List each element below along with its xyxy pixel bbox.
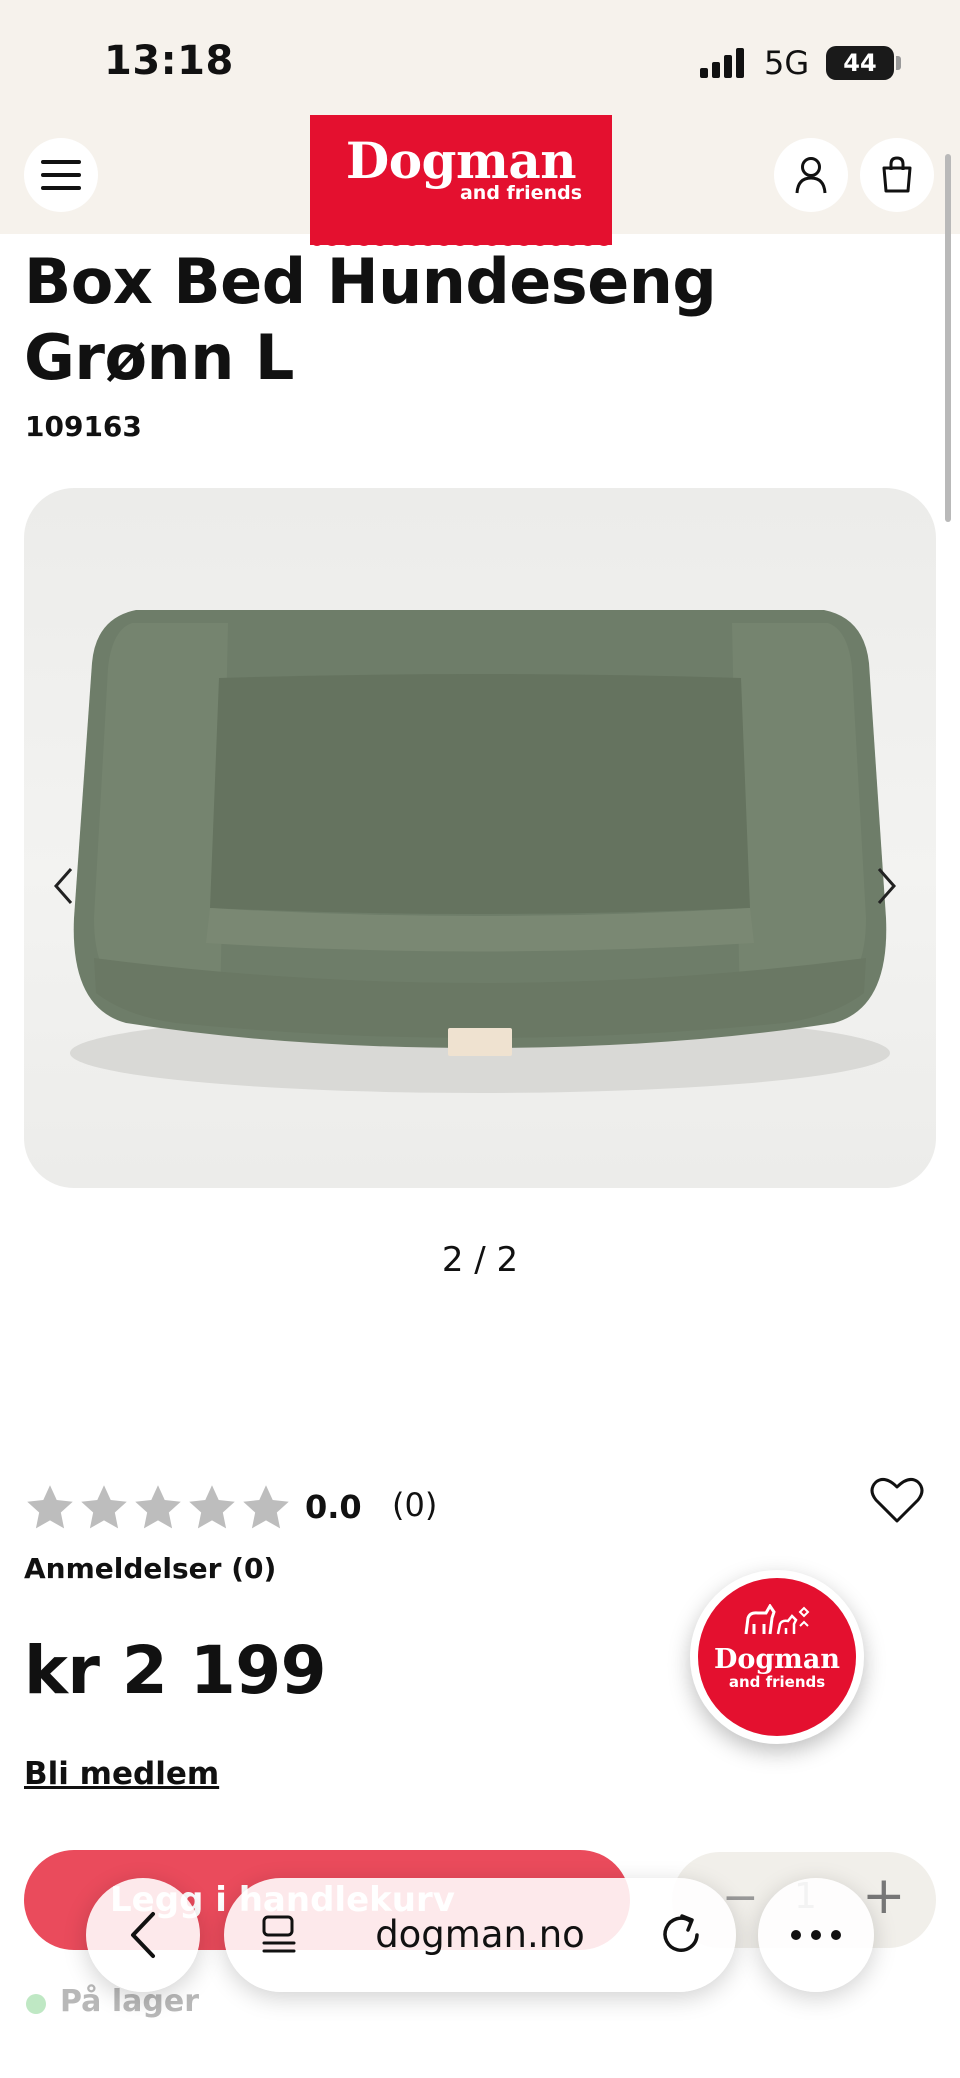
- star-icon: [81, 1485, 127, 1529]
- more-dots-icon: [791, 1930, 841, 1940]
- previous-image-arrow-icon[interactable]: [52, 866, 74, 906]
- menu-icon: [41, 160, 81, 190]
- battery-icon: [896, 56, 901, 70]
- product-sku: 109163: [25, 410, 142, 443]
- rating-count: (0): [392, 1486, 438, 1524]
- signal-icon: [700, 48, 748, 82]
- reload-icon[interactable]: [658, 1910, 704, 1956]
- rating-value: 0.0: [305, 1488, 362, 1526]
- rating-stars: [24, 1482, 292, 1534]
- next-image-arrow-icon[interactable]: [876, 866, 898, 906]
- battery-level: 44: [826, 46, 894, 80]
- address-bar[interactable]: dogman.no: [224, 1878, 736, 1992]
- wishlist-heart-icon[interactable]: [870, 1476, 924, 1524]
- star-icon: [243, 1485, 289, 1529]
- fab-main-text: Dogman: [714, 1644, 840, 1675]
- fab-sub-text: and friends: [728, 1673, 826, 1691]
- star-icon: [27, 1485, 73, 1529]
- product-image: [70, 610, 890, 1093]
- cart-button[interactable]: [860, 138, 934, 212]
- reviews-link[interactable]: Anmeldelser (0): [24, 1552, 276, 1585]
- product-price: kr 2 199: [24, 1632, 327, 1709]
- tabs-icon[interactable]: [260, 1914, 300, 1954]
- browser-more-button[interactable]: [758, 1878, 874, 1992]
- become-member-link[interactable]: Bli medlem: [24, 1756, 219, 1792]
- site-logo[interactable]: Dogman and friends: [310, 115, 612, 245]
- network-type: 5G: [764, 44, 810, 82]
- account-button[interactable]: [774, 138, 848, 212]
- dogman-floating-button[interactable]: Dogman and friends: [690, 1570, 864, 1744]
- product-title: Box Bed Hundeseng Grønn L: [24, 245, 717, 394]
- back-arrow-icon: [131, 1912, 155, 1958]
- fab-badge: Dogman and friends: [698, 1578, 856, 1736]
- star-icon: [135, 1485, 181, 1529]
- star-icon: [189, 1485, 235, 1529]
- menu-button[interactable]: [24, 138, 98, 212]
- status-time: 13:18: [104, 38, 234, 84]
- bag-icon: [882, 156, 912, 193]
- stock-status-dot: [26, 1994, 46, 2014]
- browser-back-button[interactable]: [86, 1878, 200, 1992]
- product-image-gallery[interactable]: [24, 488, 936, 1188]
- page-scrollbar[interactable]: [945, 154, 951, 522]
- dogs-illustration-icon: [744, 1604, 810, 1635]
- user-icon: [795, 157, 827, 194]
- image-counter: 2 / 2: [441, 1240, 519, 1280]
